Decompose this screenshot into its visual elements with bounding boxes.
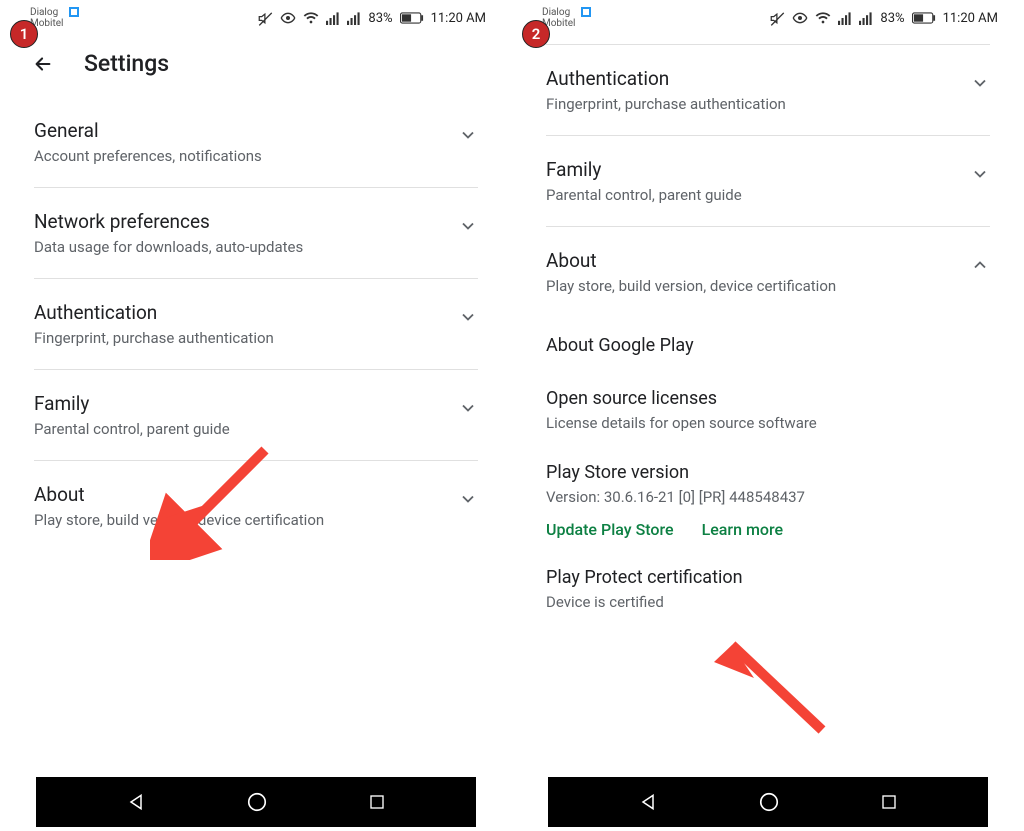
section-family[interactable]: Family Parental control, parent guide	[34, 370, 478, 461]
notification-icon	[69, 7, 79, 17]
chevron-down-icon	[458, 489, 478, 509]
screen-1: 1 Dialog Mobitel 83% 11:20 AM Settings	[0, 0, 512, 831]
chevron-down-icon	[458, 216, 478, 236]
wifi-icon	[303, 11, 319, 25]
settings-list-scrolled: Authentication Fingerprint, purchase aut…	[518, 36, 1018, 777]
section-network[interactable]: Network preferences Data usage for downl…	[34, 188, 478, 279]
page-title: Settings	[84, 50, 169, 77]
item-subtitle: Device is certified	[546, 592, 990, 613]
battery-icon	[400, 12, 424, 24]
nav-back-icon[interactable]	[638, 792, 658, 812]
carrier-1: Dialog	[30, 8, 64, 18]
status-time: 11:20 AM	[431, 11, 486, 26]
section-about-expanded[interactable]: About Play store, build version, device …	[546, 227, 990, 317]
section-title: Family	[546, 158, 942, 181]
section-subtitle: Parental control, parent guide	[546, 185, 942, 206]
section-subtitle: Fingerprint, purchase authentication	[546, 94, 942, 115]
chevron-up-icon	[970, 255, 990, 275]
play-protect-certification: Play Protect certification Device is cer…	[546, 549, 990, 623]
screen-2: 2 Dialog Mobitel 83% 11:20 AM Authentica…	[512, 0, 1024, 831]
section-subtitle: Fingerprint, purchase authentication	[34, 328, 430, 349]
section-family[interactable]: Family Parental control, parent guide	[546, 136, 990, 227]
status-carriers: Dialog Mobitel	[542, 8, 591, 29]
item-title: Open source licenses	[546, 388, 990, 409]
nav-home-icon[interactable]	[758, 791, 780, 813]
item-title: About Google Play	[546, 335, 990, 356]
chevron-down-icon	[458, 307, 478, 327]
nav-bar	[548, 777, 988, 827]
nav-back-icon[interactable]	[126, 792, 146, 812]
chevron-down-icon	[458, 125, 478, 145]
section-title: About	[546, 249, 942, 272]
mute-icon	[258, 11, 273, 26]
item-subtitle: Version: 30.6.16-21 [0] [PR] 448548437	[546, 487, 990, 508]
section-subtitle: Play store, build version, device certif…	[546, 276, 942, 297]
section-authentication[interactable]: Authentication Fingerprint, purchase aut…	[34, 279, 478, 370]
status-bar: Dialog Mobitel 83% 11:20 AM	[518, 0, 1018, 36]
step-badge-2: 2	[522, 20, 550, 48]
section-title: About	[34, 483, 430, 506]
nav-recent-icon[interactable]	[368, 793, 386, 811]
item-title: Play Protect certification	[546, 567, 990, 588]
mute-icon	[770, 11, 785, 26]
notification-icon	[581, 7, 591, 17]
section-subtitle: Account preferences, notifications	[34, 146, 430, 167]
status-icons: 83% 11:20 AM	[770, 10, 998, 26]
app-header: Settings	[6, 36, 506, 97]
back-icon[interactable]	[32, 53, 54, 75]
status-time: 11:20 AM	[943, 11, 998, 26]
section-authentication[interactable]: Authentication Fingerprint, purchase aut…	[546, 45, 990, 136]
section-subtitle: Parental control, parent guide	[34, 419, 430, 440]
nav-home-icon[interactable]	[246, 791, 268, 813]
nav-bar	[36, 777, 476, 827]
learn-more-link[interactable]: Learn more	[702, 520, 783, 539]
section-subtitle: Play store, build version, device certif…	[34, 510, 430, 531]
status-icons: 83% 11:20 AM	[258, 10, 486, 26]
section-title: General	[34, 119, 430, 142]
signal-icon-2	[859, 11, 873, 25]
carrier-1: Dialog	[542, 8, 576, 18]
section-general[interactable]: General Account preferences, notificatio…	[34, 97, 478, 188]
eye-icon	[280, 10, 296, 26]
battery-percent: 83%	[880, 11, 904, 26]
step-badge-1: 1	[10, 20, 38, 48]
section-about[interactable]: About Play store, build version, device …	[34, 461, 478, 551]
wifi-icon	[815, 11, 831, 25]
chevron-down-icon	[970, 73, 990, 93]
item-title: Play Store version	[546, 462, 990, 483]
section-title: Family	[34, 392, 430, 415]
nav-recent-icon[interactable]	[880, 793, 898, 811]
signal-icon-2	[347, 11, 361, 25]
section-title: Authentication	[34, 301, 430, 324]
signal-icon-1	[838, 11, 852, 25]
chevron-down-icon	[970, 164, 990, 184]
status-bar: Dialog Mobitel 83% 11:20 AM	[6, 0, 506, 36]
settings-list: General Account preferences, notificatio…	[6, 97, 506, 777]
open-source-licenses[interactable]: Open source licenses License details for…	[546, 370, 990, 444]
play-store-version: Play Store version Version: 30.6.16-21 […	[546, 444, 990, 549]
item-subtitle: License details for open source software	[546, 413, 990, 434]
section-subtitle: Data usage for downloads, auto-updates	[34, 237, 430, 258]
about-google-play[interactable]: About Google Play	[546, 317, 990, 370]
chevron-down-icon	[458, 398, 478, 418]
battery-icon	[912, 12, 936, 24]
update-play-store-link[interactable]: Update Play Store	[546, 520, 674, 539]
section-title: Network preferences	[34, 210, 430, 233]
section-title: Authentication	[546, 67, 942, 90]
status-carriers: Dialog Mobitel	[30, 8, 79, 29]
signal-icon-1	[326, 11, 340, 25]
eye-icon	[792, 10, 808, 26]
battery-percent: 83%	[368, 11, 392, 26]
